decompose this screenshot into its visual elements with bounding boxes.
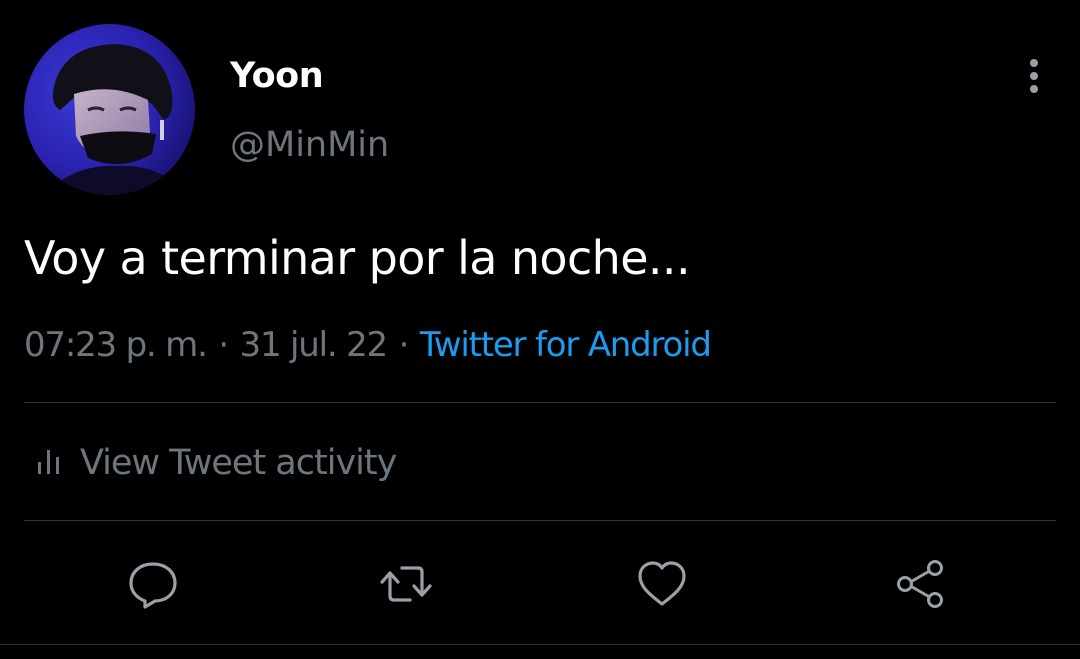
share-icon	[897, 560, 943, 608]
tweet-date[interactable]: 31 jul. 22	[240, 325, 389, 365]
tweet-meta: 07:23 p. m. · 31 jul. 22 · Twitter for A…	[24, 322, 712, 368]
share-button[interactable]	[893, 556, 949, 612]
view-tweet-activity-button[interactable]: View Tweet activity	[34, 438, 397, 488]
tweet-source-link[interactable]: Twitter for Android	[420, 325, 712, 365]
display-name[interactable]: Yoon	[230, 54, 324, 98]
meta-separator: ·	[218, 325, 229, 365]
divider	[24, 520, 1056, 521]
tweet-text: Voy a terminar por la noche...	[24, 231, 691, 285]
more-options-icon[interactable]	[1014, 56, 1054, 96]
retweet-icon	[380, 566, 432, 602]
tweet-detail: Yoon @MinMin Voy a terminar por la noche…	[0, 0, 1080, 659]
user-handle[interactable]: @MinMin	[230, 122, 389, 168]
meta-separator: ·	[398, 325, 410, 365]
avatar-image	[24, 24, 195, 195]
heart-icon	[638, 561, 686, 606]
like-button[interactable]	[634, 556, 690, 612]
view-tweet-activity-label: View Tweet activity	[80, 443, 397, 483]
bar-chart-icon	[34, 446, 64, 480]
divider	[24, 402, 1056, 403]
reply-button[interactable]	[125, 556, 181, 612]
retweet-button[interactable]	[378, 556, 434, 612]
tweet-time[interactable]: 07:23 p. m.	[24, 325, 208, 365]
comment-icon	[129, 562, 177, 609]
avatar[interactable]	[24, 24, 195, 195]
divider	[0, 644, 1080, 645]
